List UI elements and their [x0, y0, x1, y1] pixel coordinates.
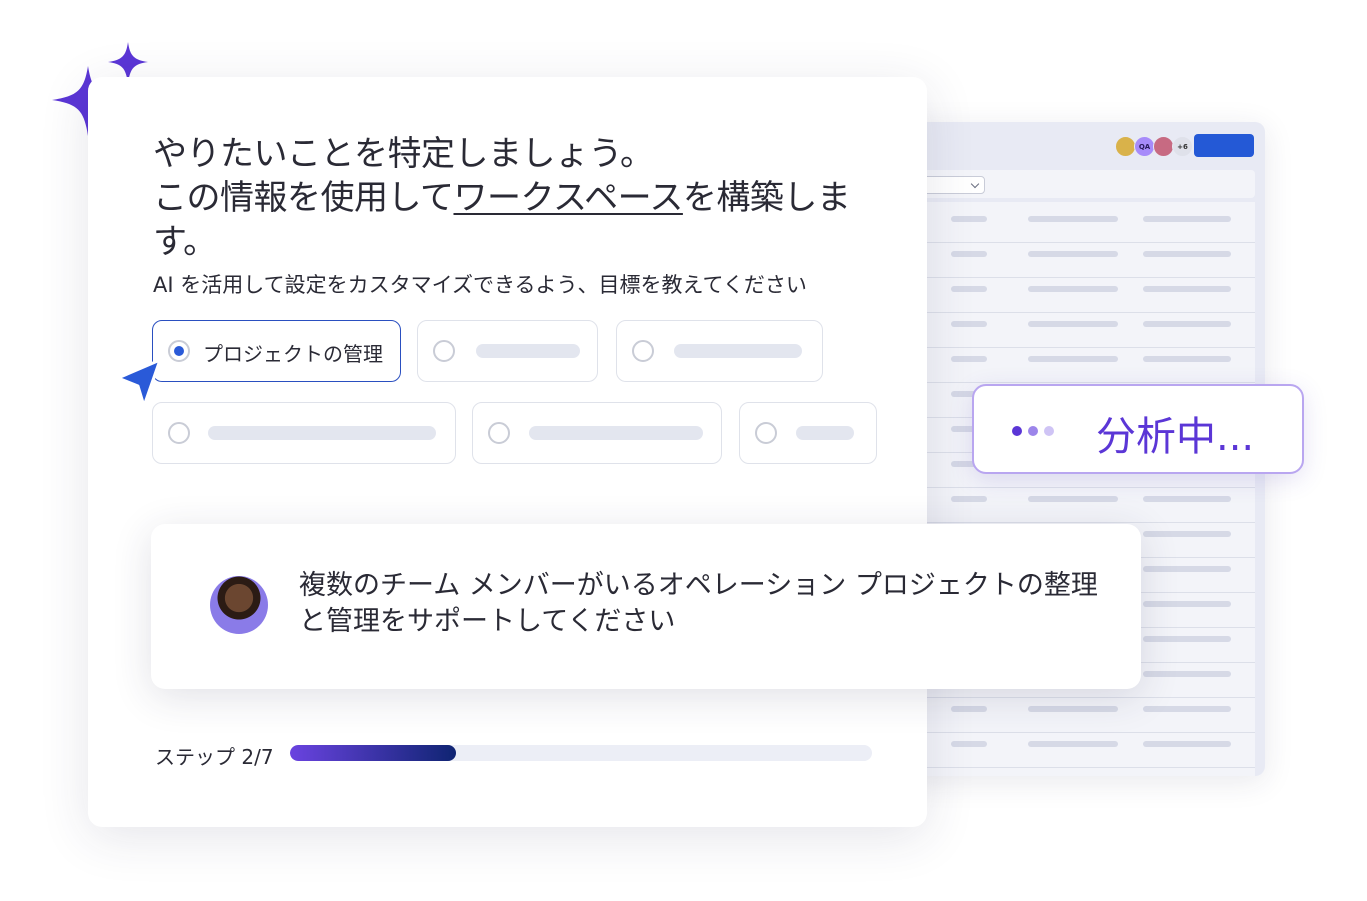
skeleton-bar — [1028, 216, 1118, 222]
title-line-2: この情報を使用してワークスペースを構築します。 — [153, 176, 913, 264]
cursor-arrow-icon — [116, 358, 162, 408]
skeleton-bar — [1028, 286, 1118, 292]
loading-dot — [1044, 426, 1054, 436]
table-row-divider — [905, 382, 1255, 383]
skeleton-bar — [1143, 601, 1231, 607]
radio[interactable] — [168, 422, 190, 444]
radio[interactable] — [433, 340, 455, 362]
skeleton-bar — [951, 251, 987, 257]
progress-fill — [290, 745, 457, 761]
skeleton-bar — [1143, 741, 1231, 747]
skeleton-bar — [1143, 531, 1231, 537]
goal-prompt: AI を活用して設定をカスタマイズできるよう、目標を教えてください — [153, 273, 807, 297]
onboarding-card: やりたいことを特定しましょう。 この情報を使用してワークスペースを構築します。 … — [88, 77, 927, 827]
skeleton-bar — [951, 286, 987, 292]
skeleton-bar — [951, 321, 987, 327]
skeleton-bar — [951, 496, 987, 502]
avatar: QA — [1134, 136, 1155, 157]
skeleton-bar — [951, 216, 987, 222]
workspace-link: ワークスペース — [453, 178, 683, 218]
skeleton-bar — [1143, 706, 1231, 712]
avatar-overflow-count: +6 — [1172, 136, 1193, 157]
skeleton-bar — [1028, 356, 1118, 362]
skeleton-bar — [951, 741, 987, 747]
skeleton-bar — [1143, 356, 1231, 362]
user-message-card: 複数のチーム メンバーがいるオペレーション プロジェクトの整理と管理をサポートし… — [151, 524, 1141, 689]
skeleton-bar — [1143, 251, 1231, 257]
option-placeholder-bar — [208, 426, 436, 440]
skeleton-bar — [1143, 636, 1231, 642]
skeleton-bar — [951, 356, 987, 362]
skeleton-bar — [1028, 706, 1118, 712]
table-row-divider — [905, 732, 1255, 733]
skeleton-bar — [951, 706, 987, 712]
table-row-divider — [905, 347, 1255, 348]
skeleton-bar — [1028, 251, 1118, 257]
option-placeholder[interactable] — [472, 402, 722, 464]
radio[interactable] — [488, 422, 510, 444]
step-label: ステップ 2/7 — [155, 745, 274, 769]
option-placeholder[interactable] — [417, 320, 598, 382]
table-row-divider — [905, 697, 1255, 698]
loading-dot — [1012, 426, 1022, 436]
avatar — [1115, 136, 1136, 157]
table-row-divider — [905, 242, 1255, 243]
workspace-table — [905, 202, 1255, 776]
table-row-divider — [905, 767, 1255, 768]
analyzing-text: 分析中... — [1096, 414, 1255, 460]
skeleton-bar — [1028, 321, 1118, 327]
skeleton-bar — [1143, 496, 1231, 502]
option-placeholder-bar — [796, 426, 854, 440]
skeleton-bar — [1143, 286, 1231, 292]
radio[interactable] — [755, 422, 777, 444]
title-line-1: やりたいことを特定しましょう。 — [153, 134, 654, 174]
radio-selected[interactable] — [168, 340, 190, 362]
skeleton-bar — [1143, 216, 1231, 222]
option-project-management[interactable]: プロジェクトの管理 — [152, 320, 401, 382]
option-placeholder[interactable] — [152, 402, 456, 464]
radio[interactable] — [632, 340, 654, 362]
option-placeholder[interactable] — [616, 320, 823, 382]
option-label: プロジェクトの管理 — [203, 342, 383, 366]
option-placeholder-bar — [529, 426, 703, 440]
loading-dot — [1028, 426, 1038, 436]
member-avatars: QA +6 — [1115, 136, 1193, 157]
table-row-divider — [905, 277, 1255, 278]
skeleton-bar — [1143, 566, 1231, 572]
option-placeholder-bar — [674, 344, 802, 358]
progress-bar — [290, 745, 872, 761]
table-row-divider — [905, 312, 1255, 313]
avatar — [210, 576, 268, 634]
skeleton-bar — [1028, 496, 1118, 502]
option-placeholder-bar — [476, 344, 580, 358]
user-message-text: 複数のチーム メンバーがいるオペレーション プロジェクトの整理と管理をサポートし… — [299, 570, 1098, 637]
option-placeholder[interactable] — [739, 402, 877, 464]
table-row-divider — [905, 487, 1255, 488]
analyzing-status: 分析中... — [972, 384, 1304, 474]
skeleton-bar — [1143, 671, 1231, 677]
loading-dots-icon — [1012, 426, 1054, 436]
workspace-primary-button[interactable] — [1194, 134, 1254, 157]
avatar — [1153, 136, 1174, 157]
page-title: やりたいことを特定しましょう。 この情報を使用してワークスペースを構築します。 — [153, 132, 913, 264]
table-row-divider — [905, 522, 1255, 523]
skeleton-bar — [1028, 741, 1118, 747]
skeleton-bar — [1143, 321, 1231, 327]
title-text: この情報を使用して — [153, 178, 454, 218]
